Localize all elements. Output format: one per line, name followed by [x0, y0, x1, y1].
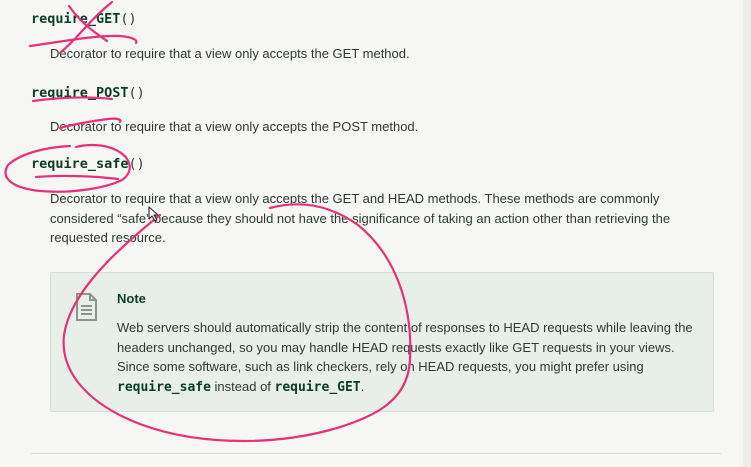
document-icon — [71, 291, 101, 328]
signature-name: require_POST — [31, 85, 129, 101]
note-body: Web servers should automatically strip t… — [117, 318, 697, 397]
signature-parens: () — [128, 156, 145, 172]
description-require-safe: Decorator to require that a view only ac… — [50, 191, 671, 245]
note-title: Note — [117, 291, 146, 306]
note-admonition: Note Web servers should automatically st… — [50, 272, 714, 412]
scrollbar-track[interactable] — [743, 0, 751, 467]
move-cursor-icon — [147, 205, 165, 228]
section-divider — [31, 453, 721, 454]
annotation-underline — [34, 174, 120, 181]
signature-require-post: require_POST() — [31, 85, 145, 101]
signature-parens: () — [120, 11, 137, 27]
note-text-middle: instead of — [210, 378, 275, 394]
note-code-require-get: require_GET — [274, 379, 361, 395]
signature-name: require_GET — [31, 11, 121, 27]
signature-require-safe: require_safe() — [31, 156, 145, 172]
description-require-get: Decorator to require that a view only ac… — [50, 46, 410, 61]
note-text-after: . — [360, 378, 365, 394]
description-require-post: Decorator to require that a view only ac… — [50, 119, 419, 134]
note-code-require-safe: require_safe — [117, 379, 211, 395]
note-text-before: Web servers should automatically strip t… — [117, 320, 693, 374]
signature-name: require_safe — [31, 156, 129, 172]
signature-parens: () — [128, 85, 145, 101]
signature-require-get: require_GET() — [31, 11, 137, 27]
